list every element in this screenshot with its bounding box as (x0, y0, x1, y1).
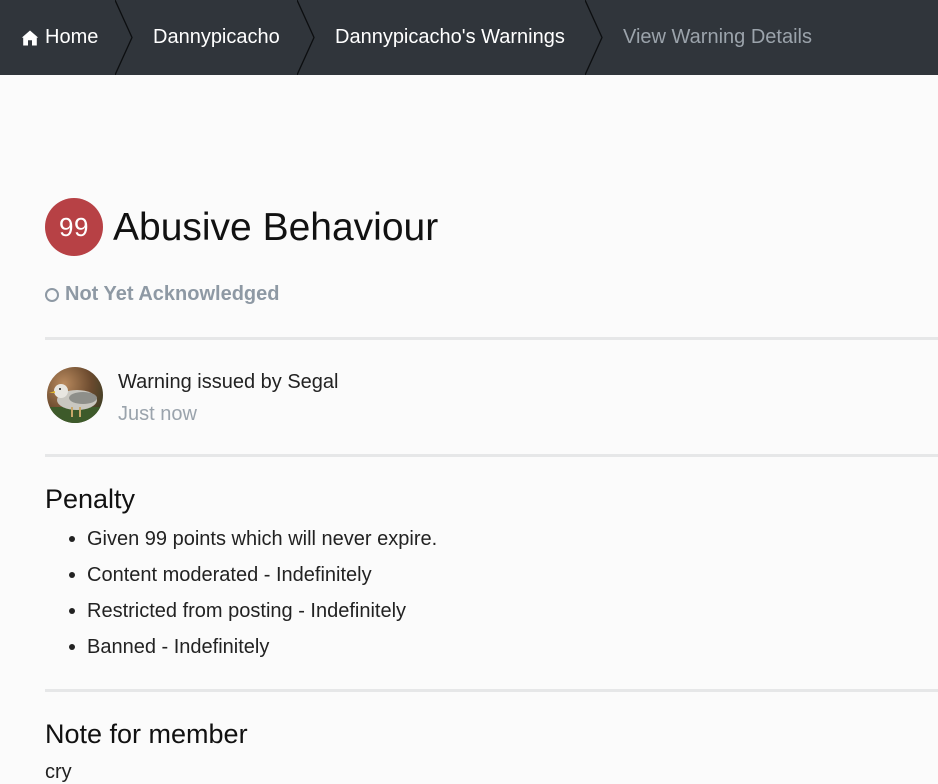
breadcrumb-current-label: View Warning Details (623, 26, 812, 48)
penalty-item: Content moderated - Indefinitely (66, 562, 437, 598)
breadcrumb-warnings-link[interactable]: Dannypicacho's Warnings (335, 0, 585, 75)
note-text: cry (45, 761, 72, 783)
issuer-info: Warning issued by Segal Just now (47, 367, 339, 427)
acknowledgement-status-label: Not Yet Acknowledged (65, 283, 280, 305)
breadcrumb-member-link[interactable]: Dannypicacho (153, 0, 297, 75)
breadcrumb-separator (297, 0, 335, 75)
divider (45, 454, 938, 457)
penalty-list: Given 99 points which will never expire.… (66, 526, 437, 670)
breadcrumb-warnings-label: Dannypicacho's Warnings (335, 26, 565, 48)
divider (45, 337, 938, 340)
breadcrumb-home-label: Home (45, 26, 99, 48)
penalty-item-text: Restricted from posting - Indefinitely (87, 600, 407, 622)
bullet-icon (69, 644, 75, 650)
avatar[interactable] (47, 367, 103, 423)
bullet-icon (69, 536, 75, 542)
breadcrumb-home-link[interactable]: Home (21, 0, 115, 75)
circle-outline-icon (45, 287, 59, 302)
penalty-item-text: Banned - Indefinitely (87, 636, 270, 658)
bullet-icon (69, 572, 75, 578)
acknowledgement-status: Not Yet Acknowledged (45, 283, 279, 306)
issued-timestamp: Just now (118, 403, 197, 425)
issuer-text: Warning issued by Segal Just now (118, 367, 339, 427)
penalty-item-text: Content moderated - Indefinitely (87, 564, 372, 586)
breadcrumb-member-label: Dannypicacho (153, 26, 280, 48)
warning-header: 99 Abusive Behaviour (45, 197, 438, 257)
note-heading: Note for member (45, 719, 248, 749)
points-badge: 99 (45, 198, 103, 256)
breadcrumb-separator (585, 0, 623, 75)
bullet-icon (69, 608, 75, 614)
penalty-heading: Penalty (45, 484, 136, 514)
divider (45, 689, 938, 692)
penalty-item: Given 99 points which will never expire. (66, 526, 437, 562)
breadcrumb-separator (115, 0, 153, 75)
penalty-item: Restricted from posting - Indefinitely (66, 598, 437, 634)
home-icon (21, 29, 39, 47)
breadcrumb: Home Dannypicacho Dannypicacho's Warning… (0, 0, 938, 75)
penalty-item-text: Given 99 points which will never expire. (87, 528, 438, 550)
breadcrumb-current: View Warning Details (623, 0, 812, 75)
issued-by-text: Warning issued by Segal (118, 371, 339, 393)
warning-title: Abusive Behaviour (113, 205, 439, 249)
penalty-item: Banned - Indefinitely (66, 634, 437, 670)
